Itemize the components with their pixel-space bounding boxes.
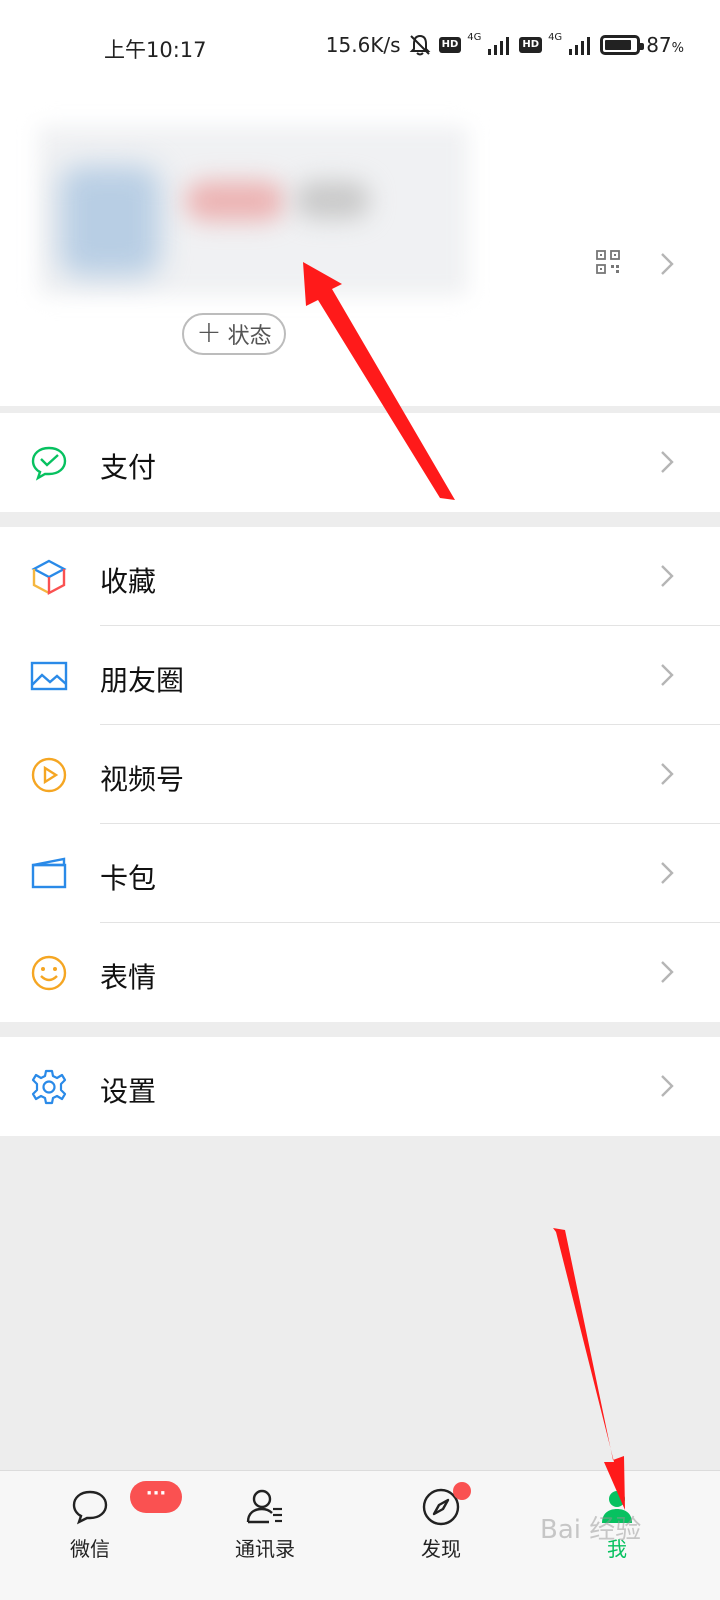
menu-item-stickers[interactable]: 表情 [0,923,720,1022]
menu-group-pay: 支付 [0,413,720,512]
status-time: 上午10:17 [104,38,207,62]
smiley-face-icon [31,955,67,991]
add-status-button[interactable]: + 状态 [182,313,286,355]
new-content-dot [453,1482,471,1500]
menu-item-moments[interactable]: 朋友圈 [0,626,720,725]
chevron-right-icon [661,862,674,884]
menu-label-cards: 卡包 [100,862,157,895]
battery-icon [600,35,645,55]
qr-code-icon[interactable] [596,250,620,274]
chevron-right-icon [661,1075,674,1097]
status-button-label: 状态 [227,324,272,349]
menu-group-settings: 设置 [0,1037,720,1136]
tab-label-discover: 发现 [421,1537,461,1561]
net-type-2: 4G [548,31,563,43]
tab-label-contacts: 通讯录 [235,1537,295,1561]
chevron-right-icon [661,565,674,587]
hd-badge-2: HD [519,37,543,53]
menu-item-settings[interactable]: 设置 [0,1037,720,1136]
tab-chats[interactable]: ··· 微信 [30,1471,182,1600]
blurred-nickname [185,181,285,221]
contacts-person-icon [246,1489,282,1524]
bottom-tab-bar: ··· 微信 通讯录 发现 我 Bai 经验 [0,1470,720,1600]
status-indicators: 15.6K/s HD 4G HD 4G 87% [326,32,684,58]
menu-item-pay[interactable]: 支付 [0,413,720,512]
moments-picture-icon [30,661,68,691]
menu-label-favorites: 收藏 [100,565,157,598]
plus-icon: + [196,314,222,350]
tab-discover[interactable]: 发现 [381,1471,501,1600]
watermark: Bai 经验 [540,1515,642,1545]
gear-icon [31,1069,67,1105]
status-bar: 上午10:17 15.6K/s HD 4G HD 4G 87% [0,0,720,96]
battery-percent: 87% [646,33,684,57]
signal-icon [569,37,591,55]
menu-group-content: 收藏 朋友圈 视频号 卡包 表情 [0,527,720,1022]
hd-badge-1: HD [438,37,462,53]
signal-icon [488,37,510,55]
muted-bell-icon [409,34,431,56]
tab-label-chats: 微信 [70,1537,110,1561]
tab-contacts[interactable]: 通讯录 [205,1471,325,1600]
chevron-right-icon [661,664,674,686]
menu-label-settings: 设置 [100,1075,157,1108]
battery-fill [605,40,632,50]
net-type-1: 4G [467,31,482,43]
avatar[interactable] [60,166,160,276]
profile-header[interactable]: + 状态 [0,96,720,406]
chevron-right-icon [661,253,674,275]
net-speed: 15.6K/s [325,33,401,57]
chevron-right-icon [661,961,674,983]
chevron-right-icon [661,451,674,473]
chat-bubble-icon [72,1490,108,1525]
menu-item-cards[interactable]: 卡包 [0,824,720,923]
chevron-right-icon [661,763,674,785]
unread-badge: ··· [130,1481,182,1513]
card-wallet-icon [31,857,67,889]
menu-label-channels: 视频号 [100,763,185,796]
pay-icon [31,446,67,481]
favorites-cube-icon [31,559,67,595]
menu-item-channels[interactable]: 视频号 [0,725,720,824]
menu-item-favorites[interactable]: 收藏 [0,527,720,626]
blurred-nickname-tail [295,181,370,219]
menu-label-pay: 支付 [100,451,157,484]
menu-label-stickers: 表情 [100,961,157,994]
menu-label-moments: 朋友圈 [100,664,185,697]
channels-play-icon [31,757,67,793]
